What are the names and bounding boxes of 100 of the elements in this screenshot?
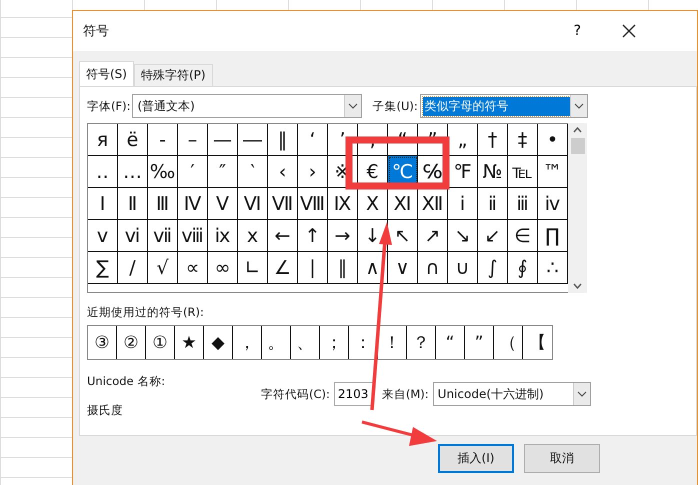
symbol-cell[interactable]: ″ [208, 156, 238, 188]
symbol-cell[interactable]: ↑ [298, 220, 328, 252]
recent-symbol-cell[interactable]: 【 [523, 326, 552, 359]
symbol-cell[interactable]: ∞ [208, 252, 238, 284]
symbol-cell[interactable]: я [88, 124, 118, 156]
symbol-cell[interactable]: Ⅲ [148, 188, 178, 220]
symbol-cell[interactable]: ⅴ [88, 220, 118, 252]
symbol-cell[interactable]: ℉ [448, 156, 478, 188]
symbol-cell[interactable]: Ⅰ [88, 188, 118, 220]
symbol-cell[interactable]: ‖ [268, 124, 298, 156]
symbol-cell[interactable]: ∟ [238, 252, 268, 284]
cancel-button[interactable]: 取消 [524, 444, 600, 473]
symbol-cell[interactable]: Ⅳ [178, 188, 208, 220]
recent-symbol-cell[interactable]: ， [233, 326, 262, 359]
symbol-cell[interactable]: ↘ [448, 220, 478, 252]
symbol-cell[interactable]: ⅲ [508, 188, 538, 220]
symbol-cell[interactable]: ∥ [328, 252, 358, 284]
symbol-cell[interactable]: Ⅴ [208, 188, 238, 220]
symbol-cell[interactable]: ↙ [478, 220, 508, 252]
symbol-cell[interactable]: Ⅷ [298, 188, 328, 220]
symbol-cell[interactable]: Ⅻ [418, 188, 448, 220]
symbol-cell[interactable]: ∫ [478, 252, 508, 284]
symbol-cell[interactable]: √ [148, 252, 178, 284]
recent-symbol-cell[interactable]: ③ [88, 326, 117, 359]
symbol-cell[interactable]: ‘ [298, 124, 328, 156]
symbol-cell[interactable]: ∝ [178, 252, 208, 284]
recent-symbol-cell[interactable]: ★ [175, 326, 204, 359]
symbol-cell[interactable]: ‰ [148, 156, 178, 188]
symbol-cell[interactable]: ∮ [508, 252, 538, 284]
symbol-cell[interactable]: № [478, 156, 508, 188]
symbol-cell[interactable]: → [328, 220, 358, 252]
symbol-cell[interactable]: ‹ [268, 156, 298, 188]
recent-symbol-cell[interactable]: ； [320, 326, 349, 359]
symbol-cell[interactable]: ⅶ [148, 220, 178, 252]
tab[interactable]: 特殊字符(P) [134, 64, 213, 86]
help-button[interactable]: ? [574, 23, 581, 39]
symbol-cell[interactable]: ∕ [118, 252, 148, 284]
symbol-cell[interactable]: Ⅹ [358, 188, 388, 220]
symbol-cell[interactable]: „ [448, 124, 478, 156]
symbol-cell[interactable]: ℅ [418, 156, 448, 188]
symbol-cell[interactable]: ё [118, 124, 148, 156]
recent-symbol-cell[interactable]: ？ [407, 326, 436, 359]
symbol-cell[interactable]: ℡ [508, 156, 538, 188]
symbol-cell[interactable]: Ⅵ [238, 188, 268, 220]
symbol-cell[interactable]: Ⅶ [268, 188, 298, 220]
symbol-cell[interactable]: ∩ [418, 252, 448, 284]
symbol-cell[interactable]: ← [268, 220, 298, 252]
symbol-cell[interactable]: ′ [178, 156, 208, 188]
symbol-cell[interactable]: › [298, 156, 328, 188]
recent-symbol-cell[interactable]: ◆ [204, 326, 233, 359]
recent-symbol-cell[interactable]: 、 [291, 326, 320, 359]
symbol-cell[interactable]: ⅹ [238, 220, 268, 252]
symbol-cell[interactable]: ∣ [298, 252, 328, 284]
symbol-cell[interactable]: ∑ [88, 252, 118, 284]
symbol-cell[interactable]: ” [418, 124, 448, 156]
scroll-up-icon[interactable] [573, 127, 582, 133]
symbol-cell[interactable]: Ⅺ [388, 188, 418, 220]
symbol-cell[interactable]: ‵ [238, 156, 268, 188]
symbol-cell[interactable]: † [478, 124, 508, 156]
symbol-cell[interactable]: - [148, 124, 178, 156]
symbol-cell[interactable]: Ⅱ [118, 188, 148, 220]
symbol-cell[interactable]: ⅷ [178, 220, 208, 252]
symbol-cell[interactable]: — [208, 124, 238, 156]
recent-symbol-cell[interactable]: （ [494, 326, 523, 359]
from-dropdown[interactable]: Unicode(十六进制) [432, 382, 591, 406]
character-code-field[interactable]: 2103 [334, 382, 374, 406]
symbol-cell[interactable]: – [178, 124, 208, 156]
symbol-cell[interactable]: ∪ [448, 252, 478, 284]
insert-button[interactable]: 插入(I) [438, 444, 514, 473]
symbol-cell[interactable]: ⅸ [208, 220, 238, 252]
symbol-cell[interactable]: ⅰ [448, 188, 478, 220]
scrollbar[interactable] [568, 123, 587, 293]
symbol-cell[interactable]: … [118, 156, 148, 188]
close-button[interactable] [621, 23, 637, 39]
symbol-cell[interactable]: ‥ [88, 156, 118, 188]
scrollbar-thumb[interactable] [570, 138, 584, 154]
symbol-cell[interactable]: ― [238, 124, 268, 156]
symbol-cell[interactable]: ∈ [508, 220, 538, 252]
symbol-cell[interactable]: ‚ [358, 124, 388, 156]
font-label: 字体(F): [87, 98, 130, 114]
scroll-down-icon[interactable] [573, 283, 582, 289]
recent-symbol-cell[interactable]: 。 [262, 326, 291, 359]
symbol-cell[interactable]: ∨ [388, 252, 418, 284]
recent-symbol-cell[interactable]: ： [349, 326, 378, 359]
symbol-cell[interactable]: Ⅸ [328, 188, 358, 220]
recent-symbol-cell[interactable]: ② [117, 326, 146, 359]
symbol-cell[interactable]: ↗ [418, 220, 448, 252]
symbol-cell[interactable]: ⅵ [118, 220, 148, 252]
recent-symbol-cell[interactable]: ” [465, 326, 494, 359]
recent-symbol-cell[interactable]: “ [436, 326, 465, 359]
symbol-cell[interactable]: ’ [328, 124, 358, 156]
symbol-cell[interactable]: ∧ [358, 252, 388, 284]
font-dropdown[interactable]: (普通文本) [132, 94, 362, 118]
subset-dropdown[interactable]: 类似字母的符号 [420, 94, 588, 118]
symbol-cell[interactable]: ⅱ [478, 188, 508, 220]
recent-symbol-cell[interactable]: ！ [378, 326, 407, 359]
recent-symbol-cell[interactable]: ① [146, 326, 175, 359]
tab[interactable]: 符号(S) [79, 61, 134, 86]
symbol-cell[interactable]: ‡ [508, 124, 538, 156]
symbol-cell[interactable]: ∠ [268, 252, 298, 284]
